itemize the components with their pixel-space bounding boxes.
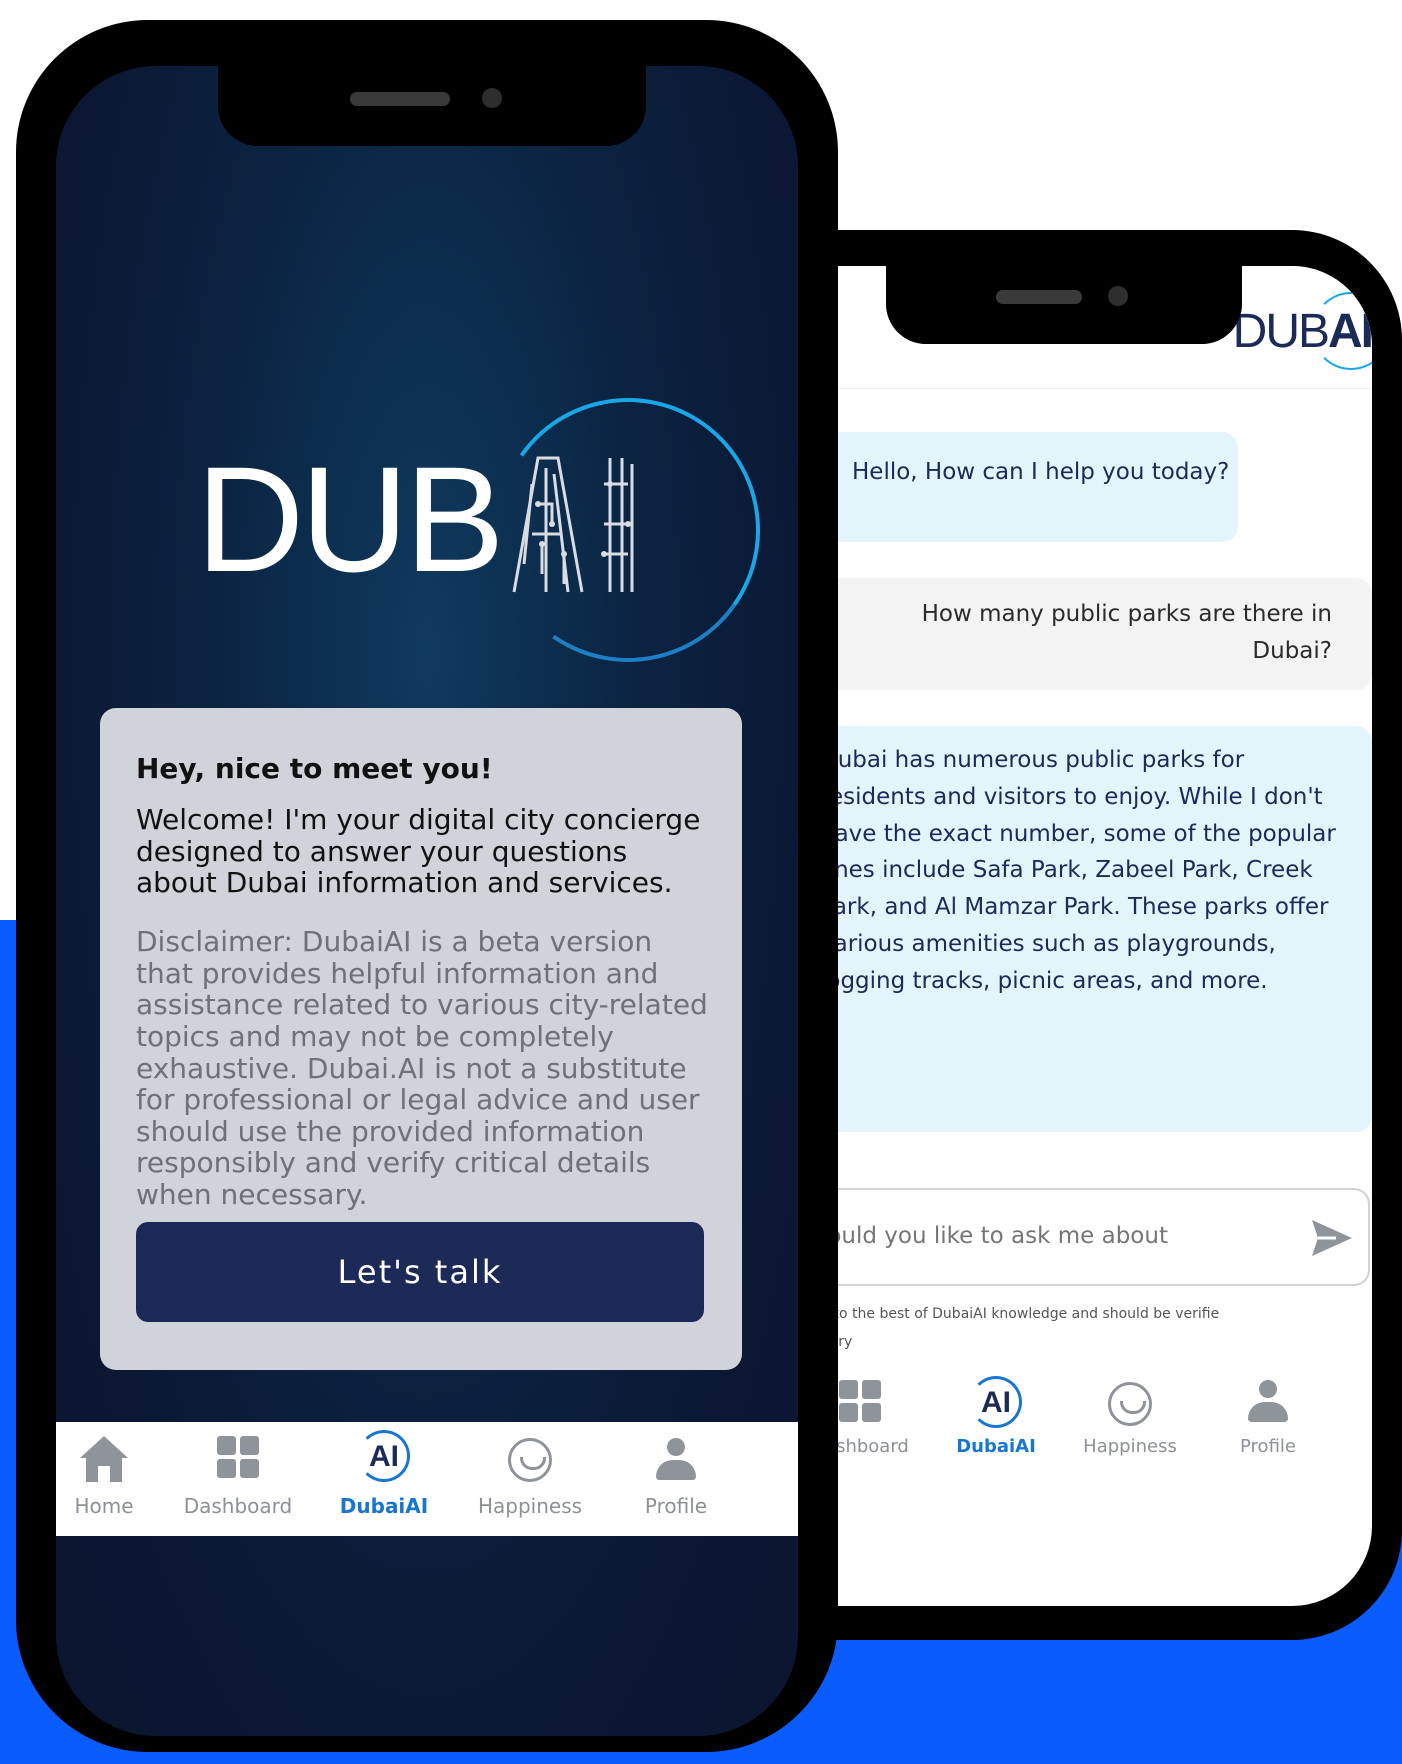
camera-icon <box>482 88 502 108</box>
nav-item-happiness[interactable]: Happiness <box>1070 1370 1190 1484</box>
card-title: Hey, nice to meet you! <box>136 752 493 785</box>
nav-item-dubaiai[interactable]: AI DubaiAI <box>936 1370 1056 1484</box>
bottom-nav-right: Dashboard AI DubaiAI Happiness Profile <box>780 1370 1372 1470</box>
nav-item-profile[interactable]: Profile <box>616 1422 736 1536</box>
dashboard-icon <box>839 1380 881 1422</box>
circuit-ai-icon <box>512 456 634 593</box>
speaker-icon <box>350 92 450 106</box>
speaker-icon <box>996 290 1082 304</box>
nav-item-profile[interactable]: Profile <box>1208 1370 1328 1484</box>
dubai-ai-logo: DUBAI <box>1232 305 1372 358</box>
phone-notch <box>886 266 1242 344</box>
nav-item-home[interactable]: Home <box>56 1422 164 1536</box>
send-icon[interactable] <box>1310 1218 1354 1258</box>
happiness-icon <box>1108 1382 1152 1426</box>
dubai-ai-logo: DUB <box>196 435 505 603</box>
dubai-ai-icon: AI <box>358 1430 410 1482</box>
welcome-screen: DUB Hey, nice to meet you! Welcome! I'm … <box>56 66 798 1736</box>
bottom-nav-left: Home Dashboard AI DubaiAI Happiness Prof… <box>56 1422 798 1536</box>
camera-icon <box>1108 286 1128 306</box>
chat-input-box[interactable] <box>780 1188 1370 1286</box>
welcome-card: Hey, nice to meet you! Welcome! I'm your… <box>100 708 742 1370</box>
assistant-answer-bubble: Dubai has numerous public parks for resi… <box>780 726 1372 1132</box>
phone-notch <box>218 66 646 146</box>
nav-item-happiness[interactable]: Happiness <box>470 1422 590 1536</box>
profile-icon <box>1248 1380 1288 1424</box>
happiness-icon <box>508 1438 552 1482</box>
lets-talk-button[interactable]: Let's talk <box>136 1222 704 1322</box>
chat-input[interactable] <box>780 1214 1260 1258</box>
greeting-text: Hello, How can I help you today? <box>852 459 1230 485</box>
welcome-text: Welcome! I'm your digital city concierge… <box>136 803 701 900</box>
profile-icon <box>656 1438 696 1482</box>
disclaimer-note: provided is to the best of DubaiAI knowl… <box>780 1306 1220 1350</box>
nav-item-dashboard[interactable]: Dashboard <box>178 1422 298 1536</box>
user-message-bubble: How many public parks are there in Dubai… <box>780 578 1372 690</box>
home-icon <box>80 1436 128 1482</box>
dashboard-icon <box>217 1436 259 1478</box>
assistant-greeting-bubble: Hello, How can I help you today? <box>814 432 1238 542</box>
phone-right-frame: DUBAI Hello, How can I help you today? H… <box>780 230 1402 1640</box>
nav-item-dubaiai[interactable]: AI DubaiAI <box>324 1422 444 1536</box>
user-question-text: How many public parks are there in Dubai… <box>921 601 1332 664</box>
chat-screen: DUBAI Hello, How can I help you today? H… <box>780 266 1372 1606</box>
dubai-ai-icon: AI <box>970 1376 1022 1428</box>
answer-text: Dubai has numerous public parks for resi… <box>820 747 1336 994</box>
phone-left-frame: DUB Hey, nice to meet you! Welcome! I'm … <box>16 20 838 1752</box>
disclaimer-text: Disclaimer: DubaiAI is a beta version th… <box>136 925 708 1211</box>
